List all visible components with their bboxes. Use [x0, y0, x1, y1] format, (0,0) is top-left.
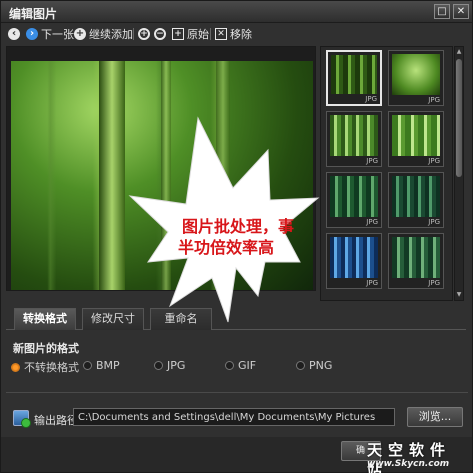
remove-button[interactable]: ✕ 移除 — [215, 26, 252, 42]
toolbar: ‹ › 下一张 + 继续添加 + − + 原始 ✕ 移除 — [1, 24, 472, 44]
thumbnail-format: JPG — [428, 218, 440, 226]
tab-convert-format[interactable]: 转换格式 — [14, 308, 76, 330]
tab-rename[interactable]: 重命名 — [150, 308, 212, 330]
radio-label: 不转换格式 — [24, 361, 79, 374]
thumbnail[interactable]: JPG — [388, 111, 444, 167]
next-button[interactable]: › 下一张 — [26, 26, 74, 42]
radio-label: GIF — [238, 359, 257, 372]
format-section-title: 新图片的格式 — [13, 342, 79, 355]
radio-label: PNG — [309, 359, 333, 372]
thumbnail-scrollbar[interactable]: ▲ ▼ — [454, 46, 464, 301]
watermark-url: www.Skycn.com — [367, 459, 450, 469]
original-size-button[interactable]: + 原始 — [172, 26, 209, 42]
thumbnail[interactable]: JPG — [326, 50, 382, 106]
browse-button[interactable]: 浏览... — [407, 407, 463, 427]
original-label: 原始 — [187, 28, 209, 41]
window-title: 编辑图片 — [9, 7, 58, 21]
thumbnail[interactable]: JPG — [326, 172, 382, 228]
thumbnail-format: JPG — [366, 279, 378, 287]
thumbnail[interactable]: JPG — [388, 233, 444, 289]
next-label: 下一张 — [41, 28, 74, 41]
radio-dot — [11, 362, 20, 372]
format-options: 不转换格式 BMP JPG GIF PNG — [11, 359, 451, 375]
settings-tabs: 转换格式 修改尺寸 重命名 — [6, 308, 466, 330]
remove-icon: ✕ — [215, 28, 227, 40]
scroll-down-icon[interactable]: ▼ — [455, 291, 463, 299]
thumbnail[interactable]: JPG — [388, 50, 444, 106]
add-label: 继续添加 — [89, 28, 133, 41]
remove-label: 移除 — [230, 28, 252, 41]
tab-resize[interactable]: 修改尺寸 — [82, 308, 144, 330]
radio-jpg[interactable]: JPG — [154, 359, 185, 372]
thumbnail[interactable]: JPG — [326, 233, 382, 289]
radio-label: BMP — [96, 359, 120, 372]
radio-dot — [154, 361, 163, 370]
thumbnail[interactable]: JPG — [326, 111, 382, 167]
thumbnail-format: JPG — [366, 157, 378, 165]
radio-gif[interactable]: GIF — [225, 359, 256, 372]
scroll-up-icon[interactable]: ▲ — [455, 48, 463, 56]
scroll-thumb[interactable] — [456, 59, 462, 177]
thumbnail-format: JPG — [428, 279, 440, 287]
radio-dot — [225, 361, 234, 370]
output-path-label: 输出路径 — [34, 414, 78, 427]
arrow-left-icon: ‹ — [8, 28, 20, 40]
close-button[interactable]: ✕ — [453, 4, 469, 19]
radio-bmp[interactable]: BMP — [83, 359, 120, 372]
toolbar-divider — [210, 28, 211, 40]
output-path-field[interactable] — [73, 408, 395, 426]
zoom-in-icon: + — [138, 28, 150, 40]
radio-dot — [83, 361, 92, 370]
thumbnail-panel[interactable]: JPG JPG JPG JPG JPG JPG JPG JPG — [320, 46, 453, 301]
zoom-out-icon: − — [154, 28, 166, 40]
thumbnail-format: JPG — [428, 96, 440, 104]
zoom-in-button[interactable]: + — [138, 26, 150, 42]
restore-button[interactable]: □ — [434, 4, 450, 19]
arrow-right-icon: › — [26, 28, 38, 40]
output-folder-icon — [13, 410, 31, 428]
radio-label: JPG — [167, 359, 186, 372]
radio-dot — [296, 361, 305, 370]
plus-icon: + — [74, 28, 86, 40]
prev-button[interactable]: ‹ — [8, 26, 20, 42]
thumbnail-format: JPG — [366, 218, 378, 226]
fit-original-icon: + — [172, 28, 184, 40]
thumbnail-format: JPG — [428, 157, 440, 165]
radio-no-convert[interactable]: 不转换格式 — [11, 359, 79, 375]
callout-line-2: 半功倍效率高 — [178, 238, 275, 257]
add-more-button[interactable]: + 继续添加 — [74, 26, 133, 42]
divider — [6, 392, 468, 393]
toolbar-divider — [133, 28, 134, 40]
thumbnail-format: JPG — [365, 95, 377, 103]
title-bar[interactable]: 编辑图片 □ ✕ — [1, 1, 472, 23]
thumbnail[interactable]: JPG — [388, 172, 444, 228]
zoom-out-button[interactable]: − — [154, 26, 166, 42]
site-watermark: 天空软件站 www.Skycn.com — [363, 439, 463, 473]
radio-png[interactable]: PNG — [296, 359, 332, 372]
